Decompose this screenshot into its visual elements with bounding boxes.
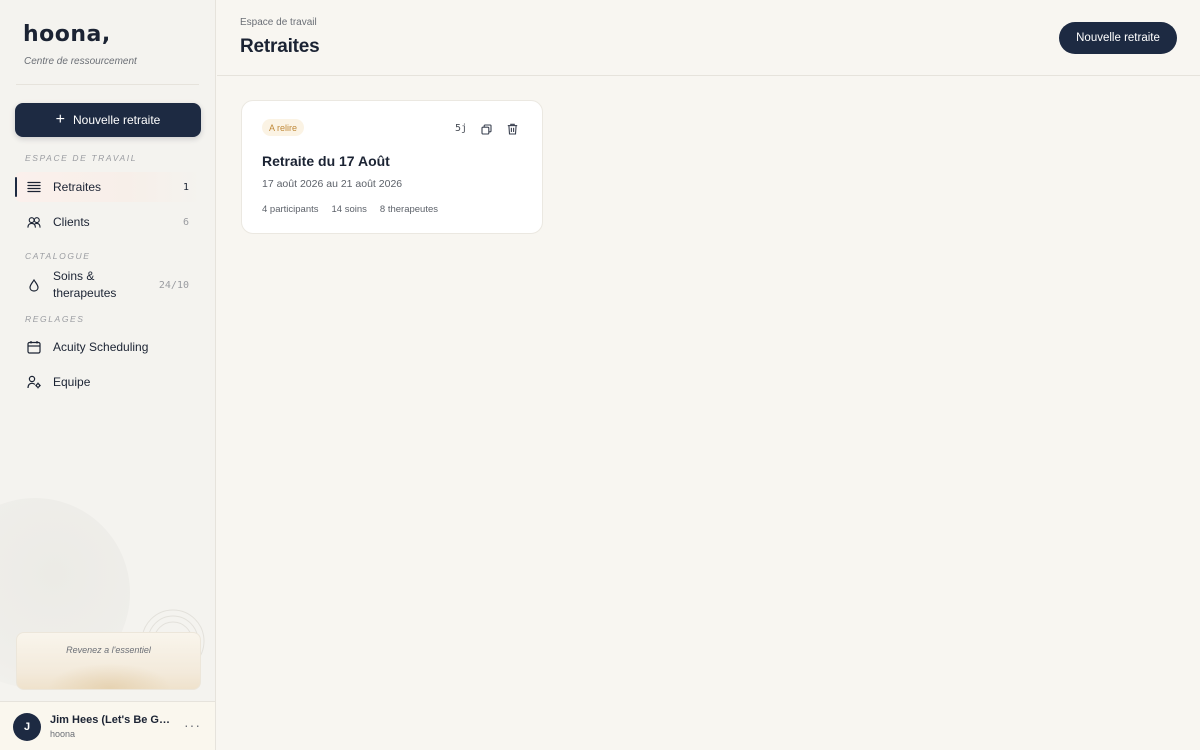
drop-icon (27, 278, 41, 292)
sidebar: hoona, Centre de ressourcement + Nouvell… (0, 0, 216, 750)
retreat-card[interactable]: A relire 5j Retraite du 17 Août 17 août … (241, 100, 543, 234)
sidebar-item-count: 1 (182, 181, 189, 193)
retreat-dates: 17 août 2026 au 21 août 2026 (262, 178, 403, 190)
sidebar-item-label: Retraites (53, 180, 102, 194)
sidebar-item-label: Soins & therapeutes (53, 269, 117, 300)
sidebar-item-retraites[interactable]: Retraites 1 (15, 172, 201, 202)
user-organization: hoona (50, 729, 76, 739)
section-label-catalogue: Catalogue (25, 251, 91, 261)
section-label-workspace: Espace de travail (25, 153, 138, 163)
users-icon (27, 215, 41, 229)
promo-glow (47, 663, 172, 689)
promo-text: Revenez a l'essentiel (66, 645, 151, 655)
duplicate-icon[interactable] (480, 123, 492, 135)
sidebar-item-count: 24/10 (158, 279, 189, 291)
sidebar-item-label: Acuity Scheduling (53, 340, 149, 354)
retreat-title[interactable]: Retraite du 17 Août (262, 153, 390, 169)
sidebar-item-acuity-scheduling[interactable]: Acuity Scheduling (15, 332, 201, 362)
section-label-settings: Reglages (25, 314, 85, 324)
trash-icon[interactable] (506, 123, 518, 135)
more-options-icon[interactable]: ··· (184, 717, 201, 733)
main-content: Espace de travail Retraites Nouvelle ret… (217, 0, 1200, 750)
hoona-logo[interactable]: hoona, (23, 22, 111, 47)
sidebar-item-equipe[interactable]: Equipe (15, 367, 201, 397)
list-icon (27, 180, 41, 194)
avatar[interactable]: J (13, 713, 41, 741)
sidebar-item-label: Equipe (53, 375, 91, 389)
status-badge: A relire (262, 119, 305, 136)
sidebar-item-soins-therapeutes[interactable]: Soins & therapeutes 24/10 (15, 265, 201, 305)
page-title: Retraites (240, 36, 320, 57)
sidebar-item-label: Clients (53, 215, 90, 229)
soins-count: 14 soins (331, 204, 367, 215)
retreat-duration: 5j (455, 123, 468, 134)
user-profile-bar[interactable]: J Jim Hees (Let's Be Geeks) hoona ··· (0, 701, 215, 750)
participants-count: 4 participants (262, 204, 319, 215)
sidebar-new-retreat-button[interactable]: + Nouvelle retraite (15, 103, 201, 137)
plus-icon: + (55, 111, 65, 128)
header-new-retreat-button[interactable]: Nouvelle retraite (1059, 22, 1177, 54)
calendar-icon (27, 340, 41, 354)
new-retreat-label: Nouvelle retraite (72, 113, 161, 127)
promo-card: Revenez a l'essentiel (16, 632, 201, 690)
therapists-count: 8 therapeutes (379, 204, 439, 215)
sidebar-item-clients[interactable]: Clients 6 (15, 207, 201, 237)
page-header: Espace de travail Retraites Nouvelle ret… (217, 0, 1200, 76)
breadcrumb[interactable]: Espace de travail (240, 17, 317, 28)
user-name: Jim Hees (Let's Be Geeks) (50, 714, 176, 726)
logo-tagline: Centre de ressourcement (24, 56, 137, 67)
retreat-stats: 4 participants 14 soins 8 therapeutes (262, 204, 438, 215)
sidebar-item-count: 6 (182, 216, 189, 228)
sidebar-divider (16, 84, 199, 85)
team-icon (27, 375, 41, 389)
